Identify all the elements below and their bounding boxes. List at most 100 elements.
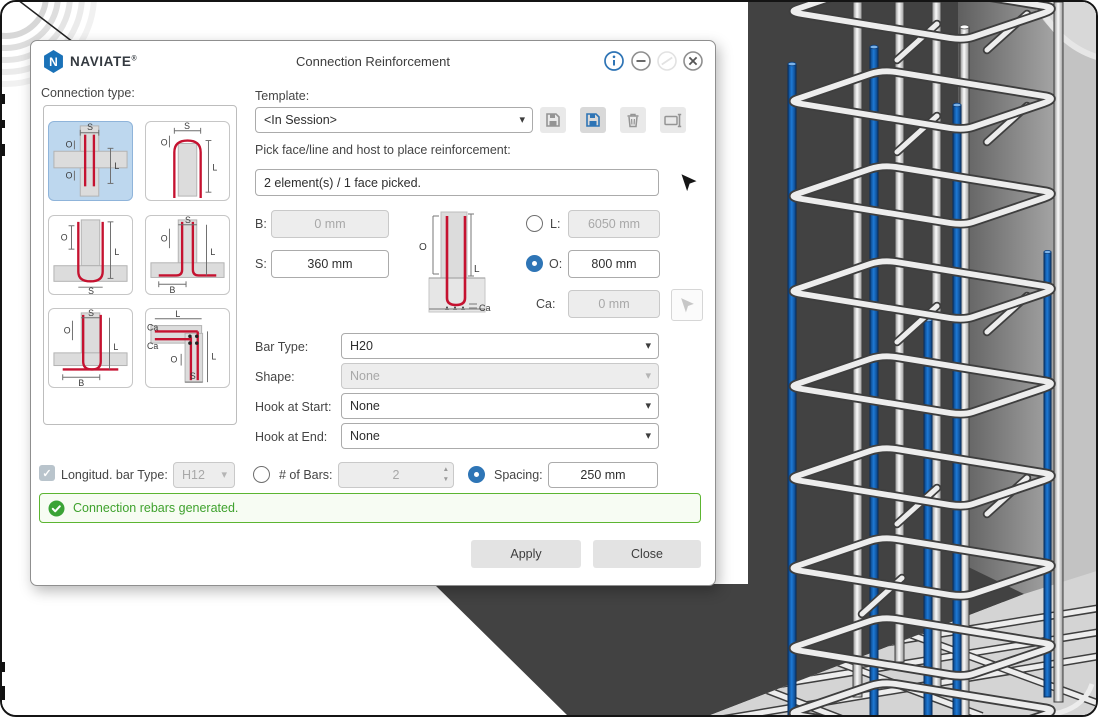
- longitudinal-bar-checkbox[interactable]: [39, 465, 55, 481]
- o-label: O:: [549, 257, 562, 271]
- hook-at-start-label: Hook at Start:: [255, 400, 331, 414]
- spacing-radio[interactable]: [468, 466, 485, 483]
- s-field[interactable]: 360 mm: [271, 250, 389, 278]
- connection-type-option-5[interactable]: S O L B: [48, 308, 133, 388]
- template-value: <In Session>: [264, 113, 337, 127]
- screen: N NAVIATE® Connection Reinforcement Conn…: [0, 0, 1098, 717]
- connection-type-option-2[interactable]: S O L: [145, 121, 230, 201]
- svg-text:S: S: [88, 309, 94, 318]
- svg-text:O: O: [419, 242, 427, 253]
- save-template-as-icon[interactable]: [580, 107, 606, 133]
- l-field[interactable]: 6050 mm: [568, 210, 660, 238]
- hook-at-start-dropdown[interactable]: None: [341, 393, 659, 419]
- connection-type-3-icon: O L S: [49, 216, 132, 294]
- template-dropdown[interactable]: <In Session>: [255, 107, 533, 133]
- naviate-logo: N NAVIATE®: [43, 50, 137, 73]
- bar-type-label: Bar Type:: [255, 340, 308, 354]
- apply-button[interactable]: Apply: [471, 540, 581, 568]
- close-button[interactable]: Close: [593, 540, 701, 568]
- shape-label: Shape:: [255, 370, 295, 384]
- connection-type-option-1[interactable]: S O O L: [48, 121, 133, 201]
- ca-field[interactable]: 0 mm: [568, 290, 660, 318]
- pick-face-button[interactable]: [673, 167, 705, 199]
- connection-reinforcement-dialog: N NAVIATE® Connection Reinforcement Conn…: [30, 40, 716, 586]
- svg-text:O: O: [61, 232, 68, 242]
- pick-label: Pick face/line and host to place reinfor…: [255, 143, 511, 157]
- connection-type-4-icon: S O L B: [146, 216, 229, 294]
- svg-text:S: S: [184, 122, 190, 131]
- status-message: Connection rebars generated.: [73, 501, 238, 515]
- delete-template-icon[interactable]: [620, 107, 646, 133]
- svg-text:O: O: [170, 355, 177, 365]
- svg-text:O: O: [66, 139, 73, 149]
- svg-text:B: B: [169, 285, 175, 294]
- status-message-bar: Connection rebars generated.: [39, 493, 701, 523]
- connection-type-option-4[interactable]: S O L B: [145, 215, 230, 295]
- stepper-arrows-icon[interactable]: ▲▼: [443, 464, 449, 486]
- svg-text:L: L: [114, 247, 119, 257]
- num-bars-value: 2: [393, 468, 400, 482]
- o-radio[interactable]: [526, 255, 543, 272]
- connection-schematic-diagram: O L Ca: [409, 206, 509, 322]
- pointer-arrow-icon: [679, 173, 699, 193]
- num-bars-stepper[interactable]: 2 ▲▼: [338, 462, 454, 488]
- connection-type-option-3[interactable]: O L S: [48, 215, 133, 295]
- close-icon[interactable]: [682, 50, 704, 72]
- l-label: L:: [550, 217, 560, 231]
- connection-type-label: Connection type:: [41, 86, 135, 100]
- logo-letter: N: [49, 55, 58, 69]
- pick-status-field[interactable]: 2 element(s) / 1 face picked.: [255, 169, 659, 196]
- info-icon[interactable]: [603, 50, 625, 72]
- num-bars-radio[interactable]: [253, 466, 270, 483]
- svg-text:Ca: Ca: [147, 341, 158, 351]
- svg-text:L: L: [211, 352, 216, 362]
- svg-text:B: B: [78, 378, 84, 387]
- b-field[interactable]: 0 mm: [271, 210, 389, 238]
- connection-type-6-icon: L Ca Ca O L S: [146, 309, 229, 387]
- svg-text:O: O: [66, 171, 73, 181]
- o-field[interactable]: 800 mm: [568, 250, 660, 278]
- hook-at-end-label: Hook at End:: [255, 430, 327, 444]
- svg-text:O: O: [161, 233, 168, 243]
- save-template-icon[interactable]: [540, 107, 566, 133]
- svg-text:L: L: [175, 309, 180, 319]
- longitudinal-bar-label: Longitud. bar Type:: [61, 468, 168, 482]
- svg-text:L: L: [212, 163, 217, 173]
- longitudinal-bar-type-dropdown[interactable]: H12: [173, 462, 235, 488]
- connection-type-1-icon: S O O L: [49, 122, 132, 200]
- svg-text:L: L: [113, 342, 118, 352]
- connection-type-option-6[interactable]: L Ca Ca O L S: [145, 308, 230, 388]
- s-label: S:: [255, 257, 267, 271]
- svg-text:S: S: [185, 216, 191, 225]
- svg-text:S: S: [88, 286, 94, 294]
- l-radio[interactable]: [526, 215, 543, 232]
- naviate-logo-icon: N: [43, 50, 64, 73]
- num-bars-label: # of Bars:: [279, 468, 333, 482]
- connection-type-5-icon: S O L B: [49, 309, 132, 387]
- spacing-field[interactable]: 250 mm: [548, 462, 658, 488]
- pick-ca-button[interactable]: [671, 289, 703, 321]
- svg-text:L: L: [114, 161, 119, 171]
- pick-status-value: 2 element(s) / 1 face picked.: [264, 176, 421, 190]
- connection-type-2-icon: S O L: [146, 122, 229, 200]
- svg-text:O: O: [161, 137, 168, 147]
- template-label: Template:: [255, 89, 309, 103]
- svg-text:O: O: [64, 325, 71, 335]
- svg-text:S: S: [190, 371, 196, 381]
- hook-at-end-dropdown[interactable]: None: [341, 423, 659, 449]
- spacing-label: Spacing:: [494, 468, 543, 482]
- svg-text:L: L: [474, 264, 480, 275]
- shape-dropdown[interactable]: None: [341, 363, 659, 389]
- ca-label: Ca:: [536, 297, 555, 311]
- minimize-icon[interactable]: [630, 50, 652, 72]
- inactive-icon: [656, 50, 678, 72]
- rename-template-icon[interactable]: [660, 107, 686, 133]
- svg-text:L: L: [210, 247, 215, 257]
- pointer-arrow-disabled-icon: [679, 297, 696, 314]
- success-check-icon: [48, 500, 65, 517]
- svg-text:Ca: Ca: [147, 322, 158, 332]
- brand-mark: ®: [131, 56, 137, 63]
- b-label: B:: [255, 217, 267, 231]
- bar-type-dropdown[interactable]: H20: [341, 333, 659, 359]
- brand-name: NAVIATE®: [70, 54, 137, 69]
